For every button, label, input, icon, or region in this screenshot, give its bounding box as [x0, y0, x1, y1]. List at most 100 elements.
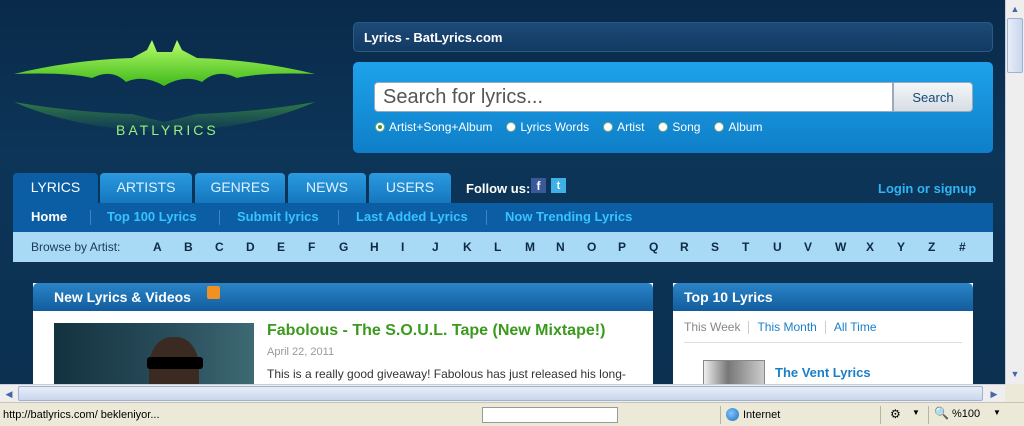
bat-icon	[14, 40, 315, 133]
top-10-lyrics-panel: Top 10 Lyrics This Week This Month All T…	[673, 283, 973, 384]
zoom-level[interactable]: %100	[952, 408, 980, 420]
tab-this-month[interactable]: This Month	[757, 320, 816, 334]
radio-icon[interactable]	[714, 122, 725, 132]
top-item-link[interactable]: The Vent Lyrics	[775, 365, 871, 380]
artist-letter-link[interactable]: O	[587, 240, 618, 254]
artist-letter-link[interactable]: F	[308, 240, 339, 254]
artist-letter-link[interactable]: N	[556, 240, 587, 254]
artist-letter-link[interactable]: X	[866, 240, 897, 254]
radio-selected-icon[interactable]	[375, 122, 385, 132]
artist-letter-link[interactable]: C	[215, 240, 246, 254]
horizontal-scrollbar[interactable]: ◀ ▶	[0, 384, 1005, 402]
artist-letter-link[interactable]: A	[153, 240, 184, 254]
radio-lyrics-words[interactable]: Lyrics Words	[506, 120, 589, 134]
artist-letter-link[interactable]: Y	[897, 240, 928, 254]
new-lyrics-videos-panel: New Lyrics & Videos Fabolous - The S.O.U…	[33, 283, 653, 384]
search-input[interactable]	[374, 82, 893, 112]
site-title: Lyrics - BatLyrics.com	[364, 30, 503, 45]
web-page: BATLYRICS Lyrics - BatLyrics.com Search …	[0, 0, 1005, 384]
artist-letter-link[interactable]: W	[835, 240, 866, 254]
facebook-icon[interactable]: f	[531, 178, 546, 193]
site-title-bar: Lyrics - BatLyrics.com	[353, 22, 993, 52]
tab-artists[interactable]: ARTISTS	[100, 173, 192, 204]
artist-letter-link[interactable]: Z	[928, 240, 959, 254]
scroll-down-arrow-icon[interactable]: ▼	[1007, 366, 1023, 382]
zoom-icon[interactable]: 🔍	[934, 406, 949, 420]
radio-song[interactable]: Song	[658, 120, 700, 134]
artist-letter-link[interactable]: H	[370, 240, 401, 254]
radio-icon[interactable]	[658, 122, 669, 132]
nav-divider	[338, 210, 339, 225]
artist-letter-link[interactable]: K	[463, 240, 494, 254]
artist-letter-link[interactable]: M	[525, 240, 556, 254]
login-signup-link[interactable]: Login or signup	[878, 181, 976, 196]
top-item-thumbnail[interactable]	[703, 360, 765, 384]
article-title-link[interactable]: Fabolous - The S.O.U.L. Tape (New Mixtap…	[267, 322, 605, 340]
artist-letter-link[interactable]: R	[680, 240, 711, 254]
browse-by-artist-bar: Browse by Artist: ABCDEFGHIJKLMNOPQRSTUV…	[13, 232, 993, 262]
search-button[interactable]: Search	[893, 82, 973, 112]
horizontal-scroll-thumb[interactable]	[18, 386, 983, 401]
article-date: April 22, 2011	[267, 346, 335, 358]
artist-letter-link[interactable]: S	[711, 240, 742, 254]
batlyrics-logo[interactable]: BATLYRICS	[12, 38, 317, 138]
scroll-left-arrow-icon[interactable]: ◀	[1, 386, 17, 402]
artist-letter-link[interactable]: P	[618, 240, 649, 254]
artist-letter-link[interactable]: U	[773, 240, 804, 254]
artist-letter-link[interactable]: #	[959, 240, 990, 254]
radio-artist[interactable]: Artist	[603, 120, 644, 134]
artist-letter-link[interactable]: Q	[649, 240, 680, 254]
browse-label: Browse by Artist:	[31, 240, 121, 254]
rss-icon[interactable]	[207, 286, 220, 299]
artist-letter-link[interactable]: G	[339, 240, 370, 254]
vertical-scrollbar[interactable]: ▲ ▼	[1005, 0, 1024, 384]
nav-top-100-lyrics[interactable]: Top 100 Lyrics	[107, 209, 197, 224]
article-thumbnail[interactable]	[54, 323, 254, 384]
status-divider	[928, 406, 929, 424]
article-snippet: This is a really good giveaway! Fabolous…	[267, 367, 626, 381]
artist-letter-link[interactable]: J	[432, 240, 463, 254]
tab-genres[interactable]: GENRES	[195, 173, 285, 204]
artist-letter-link[interactable]: E	[277, 240, 308, 254]
globe-icon	[726, 408, 739, 421]
security-zone[interactable]: Internet	[726, 408, 780, 421]
browser-status-bar: http://batlyrics.com/ bekleniyor... Inte…	[0, 402, 1024, 426]
tab-this-week[interactable]: This Week	[684, 320, 740, 334]
scroll-up-arrow-icon[interactable]: ▲	[1007, 1, 1023, 17]
panel-title: Top 10 Lyrics	[684, 289, 773, 305]
nav-last-added-lyrics[interactable]: Last Added Lyrics	[356, 209, 468, 224]
chevron-down-icon[interactable]: ▼	[993, 408, 1001, 417]
radio-album[interactable]: Album	[714, 120, 762, 134]
artist-letter-link[interactable]: I	[401, 240, 432, 254]
tab-news[interactable]: NEWS	[288, 173, 366, 204]
nav-submit-lyrics[interactable]: Submit lyrics	[237, 209, 319, 224]
tab-lyrics[interactable]: LYRICS	[13, 173, 98, 204]
artist-letter-link[interactable]: L	[494, 240, 525, 254]
chevron-down-icon[interactable]: ▼	[912, 408, 920, 417]
artist-letter-link[interactable]: T	[742, 240, 773, 254]
tab-users[interactable]: USERS	[369, 173, 451, 204]
progress-box	[482, 407, 618, 423]
panel-header: Top 10 Lyrics	[673, 283, 973, 311]
panel-header: New Lyrics & Videos	[33, 283, 653, 311]
radio-icon[interactable]	[506, 122, 517, 132]
artist-letter-link[interactable]: V	[804, 240, 835, 254]
radio-icon[interactable]	[603, 122, 614, 132]
nav-home[interactable]: Home	[31, 209, 67, 224]
radio-artist-song-album[interactable]: Artist+Song+Album	[375, 120, 492, 134]
artist-letter-link[interactable]: D	[246, 240, 277, 254]
vertical-scroll-thumb[interactable]	[1007, 18, 1023, 73]
sunglasses	[147, 357, 203, 369]
twitter-icon[interactable]: t	[551, 178, 566, 193]
scroll-right-arrow-icon[interactable]: ▶	[986, 386, 1002, 402]
top-period-tabs: This Week This Month All Time	[684, 320, 877, 334]
nav-divider	[219, 210, 220, 225]
protected-mode-icon[interactable]: ⚙	[890, 407, 901, 421]
tab-all-time[interactable]: All Time	[834, 320, 877, 334]
search-options: Artist+Song+Album Lyrics Words Artist So…	[375, 120, 762, 134]
status-divider	[880, 406, 881, 424]
nav-divider	[486, 210, 487, 225]
artist-letter-link[interactable]: B	[184, 240, 215, 254]
status-divider	[720, 406, 721, 424]
nav-now-trending-lyrics[interactable]: Now Trending Lyrics	[505, 209, 632, 224]
